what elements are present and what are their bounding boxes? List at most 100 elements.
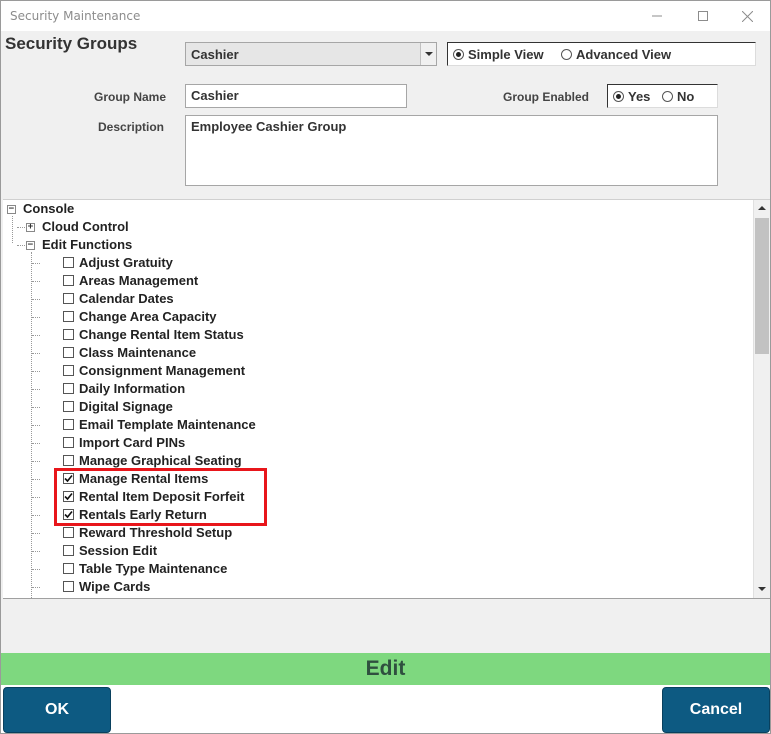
tree-connector (32, 407, 40, 408)
permission-label: Import Card PINs (79, 435, 186, 450)
tree-node-cloud-control[interactable]: + Cloud Control (26, 218, 226, 236)
tree-connector (32, 515, 40, 516)
tree-item[interactable]: Reward Threshold Setup (31, 524, 291, 542)
tree-connector (32, 281, 40, 282)
permission-checkbox[interactable] (63, 311, 74, 322)
scroll-up-button[interactable] (754, 200, 770, 217)
simple-view-label: Simple View (468, 47, 544, 62)
window-title: Security Maintenance (10, 9, 141, 23)
permission-label: Digital Signage (79, 399, 173, 414)
permission-checkbox[interactable] (63, 491, 74, 502)
simple-view-radio[interactable]: Simple View (453, 47, 544, 62)
permission-checkbox[interactable] (63, 257, 74, 268)
permission-label: Class Maintenance (79, 345, 197, 360)
collapse-icon[interactable]: − (7, 205, 16, 214)
tree-item[interactable]: Areas Management (31, 272, 291, 290)
tree-item[interactable]: Manage Rental Items (31, 470, 291, 488)
collapse-icon[interactable]: − (26, 241, 35, 250)
group-select-value: Cashier (191, 47, 239, 62)
permission-label: Areas Management (79, 273, 199, 288)
chevron-down-icon (424, 51, 433, 56)
expand-icon[interactable]: + (26, 223, 35, 232)
tree-item[interactable]: Manage Graphical Seating (31, 452, 291, 470)
mode-label: Edit (365, 657, 406, 680)
permission-checkbox[interactable] (63, 527, 74, 538)
permission-checkbox[interactable] (63, 473, 74, 484)
permission-checkbox[interactable] (63, 563, 74, 574)
security-maintenance-window: Security Maintenance Security Groups Cas… (0, 0, 771, 734)
permission-checkbox[interactable] (63, 437, 74, 448)
tree-item[interactable]: Import Card PINs (31, 434, 291, 452)
radio-unselected-icon (561, 49, 572, 60)
radio-selected-icon (453, 49, 464, 60)
tree-connector (32, 389, 40, 390)
permission-checkbox[interactable] (63, 509, 74, 520)
scrollbar-thumb[interactable] (755, 218, 769, 354)
description-label: Description (98, 120, 165, 134)
tree-scrollbar[interactable] (753, 200, 770, 598)
permission-checkbox[interactable] (63, 455, 74, 466)
tree-node-console[interactable]: − Console (7, 200, 207, 218)
tree-connector (32, 335, 40, 336)
permission-checkbox[interactable] (63, 545, 74, 556)
tree-connector (32, 479, 40, 480)
chevron-up-icon (758, 206, 766, 210)
close-button[interactable] (724, 1, 770, 31)
permission-checkbox[interactable] (63, 383, 74, 394)
permission-checkbox[interactable] (63, 581, 74, 592)
permission-label: Consignment Management (79, 363, 246, 378)
permission-checkbox[interactable] (63, 419, 74, 430)
view-mode-group: Simple View Advanced View (447, 42, 756, 66)
scroll-down-button[interactable] (754, 581, 770, 598)
tree-item[interactable]: Daily Information (31, 380, 291, 398)
tree-node-edit-functions[interactable]: − Edit Functions (26, 236, 226, 254)
enabled-yes-radio[interactable]: Yes (613, 89, 650, 104)
tree-item[interactable]: Session Edit (31, 542, 291, 560)
maximize-button[interactable] (680, 1, 726, 31)
permission-label: Rentals Early Return (79, 507, 207, 522)
permission-label: Wipe Cards (79, 579, 151, 594)
tree-item[interactable]: Wipe Cards (31, 578, 291, 596)
advanced-view-radio[interactable]: Advanced View (561, 47, 671, 62)
permission-checkbox[interactable] (63, 293, 74, 304)
tree-connector (32, 371, 40, 372)
tree-item[interactable]: Change Rental Item Status (31, 326, 291, 344)
tree-item[interactable]: Class Maintenance (31, 344, 291, 362)
tree-item[interactable]: Email Template Maintenance (31, 416, 291, 434)
minimize-button[interactable] (634, 1, 680, 31)
permissions-tree: − Console + Cloud Control − Edit Functio… (3, 199, 770, 599)
group-name-field[interactable]: Cashier (185, 84, 407, 108)
permission-checkbox[interactable] (63, 365, 74, 376)
tree-item[interactable]: Digital Signage (31, 398, 291, 416)
permission-checkbox[interactable] (63, 275, 74, 286)
tree-node-label: Console (23, 201, 75, 216)
tree-item[interactable]: Adjust Gratuity (31, 254, 291, 272)
group-select[interactable]: Cashier (185, 42, 437, 66)
permission-checkbox[interactable] (63, 401, 74, 412)
tree-item[interactable]: Rentals Early Return (31, 506, 291, 524)
enabled-no-radio[interactable]: No (662, 89, 694, 104)
section-title: Security Groups (5, 34, 138, 53)
mode-bar: Edit (1, 653, 770, 685)
tree-item[interactable]: Calendar Dates (31, 290, 291, 308)
tree-item[interactable]: Table Type Maintenance (31, 560, 291, 578)
permission-checkbox[interactable] (63, 347, 74, 358)
tree-connector (32, 497, 40, 498)
button-strip (1, 685, 770, 733)
tree-item[interactable]: Rental Item Deposit Forfeit (31, 488, 291, 506)
title-bar: Security Maintenance (1, 1, 770, 31)
permission-label: Calendar Dates (79, 291, 174, 306)
permission-checkbox[interactable] (63, 329, 74, 340)
tree-connector (17, 245, 25, 246)
enabled-yes-label: Yes (628, 89, 651, 104)
permission-label: Adjust Gratuity (79, 255, 173, 270)
description-field[interactable]: Employee Cashier Group (185, 115, 718, 186)
tree-connector (32, 353, 40, 354)
tree-connector (32, 299, 40, 300)
cancel-button[interactable]: Cancel (662, 687, 770, 733)
tree-connector (12, 216, 13, 243)
tree-item[interactable]: Change Area Capacity (31, 308, 291, 326)
dropdown-button[interactable] (420, 43, 436, 65)
tree-item[interactable]: Consignment Management (31, 362, 291, 380)
ok-button[interactable]: OK (3, 687, 111, 733)
